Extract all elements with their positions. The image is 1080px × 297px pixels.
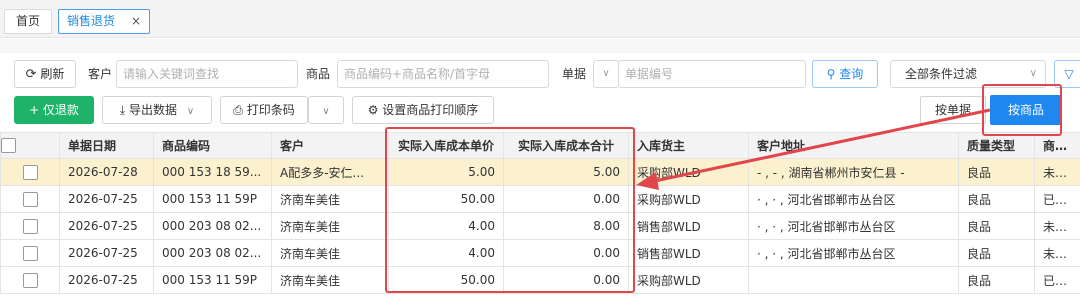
col-header[interactable]: 客户地址	[748, 132, 959, 159]
row-select-cell[interactable]	[0, 239, 60, 267]
chevron-down-icon: ∨	[602, 68, 610, 79]
product-placeholder: 商品编码+商品名称/首字母	[344, 67, 491, 81]
search-icon: ⚲	[826, 67, 836, 81]
col-header[interactable]: 商品编码	[153, 132, 272, 159]
table-cell: 良品	[958, 239, 1035, 267]
print-order-button[interactable]: ⚙ 设置商品打印顺序	[352, 96, 494, 124]
table-cell: 良品	[958, 185, 1035, 213]
row-checkbox[interactable]	[22, 164, 38, 180]
search-toolbar: ⟳ 刷新 客户 请输入关键词查找 商品 商品编码+商品名称/首字母 单据 ∨ 单…	[0, 58, 1080, 90]
customer-placeholder: 请输入关键词查找	[123, 67, 220, 81]
table-cell: 2026-07-25	[59, 185, 154, 213]
row-select-cell[interactable]	[0, 185, 60, 213]
table-cell: 2026-07-28	[59, 158, 154, 186]
row-checkbox[interactable]	[22, 191, 38, 207]
table-cell: 000 153 11 59P	[153, 266, 272, 294]
tab-sales-return-label: 销售退货	[67, 14, 116, 28]
table-cell: 济南车美佳	[271, 239, 389, 267]
customer-label: 客户	[88, 67, 113, 81]
chevron-down-icon: ∨	[322, 106, 330, 117]
table-cell	[748, 266, 959, 294]
table-cell: A配多多-安仁...	[271, 158, 389, 186]
query-button[interactable]: ⚲ 查询	[812, 60, 878, 88]
col-header[interactable]: 质量类型	[958, 132, 1035, 159]
table-cell: · , · , 河北省邯郸市丛台区	[748, 212, 959, 240]
select-all-checkbox[interactable]	[1, 138, 16, 153]
table-cell: 采购部WLD	[628, 158, 749, 186]
doc-label: 单据	[562, 67, 587, 81]
table-cell: 2026-07-25	[59, 266, 154, 294]
table-cell: · , · , 河北省邯郸市丛台区	[748, 185, 959, 213]
filter-value: 全部条件过滤	[905, 67, 978, 81]
export-button[interactable]: ⤓ 导出数据 ∨	[102, 96, 212, 124]
table-cell: 销售部WLD	[628, 212, 749, 240]
table-cell: - , - , 湖南省郴州市安仁县 -	[748, 158, 959, 186]
table-cell: 000 153 11 59P	[153, 185, 272, 213]
customer-input[interactable]: 请输入关键词查找	[116, 60, 298, 88]
filter-icon: ▽	[1064, 67, 1074, 81]
chevron-down-icon: ∨	[186, 106, 195, 117]
table-cell: 良品	[958, 266, 1035, 294]
table-cell: 000 153 18 59...	[153, 158, 272, 186]
by-doc-button[interactable]: 按单据	[920, 96, 986, 124]
print-menu-button[interactable]: ∨	[308, 96, 344, 124]
table-cell: 良品	[958, 212, 1035, 240]
table-cell: 2026-07-25	[59, 239, 154, 267]
doc-type-select[interactable]: ∨	[593, 60, 619, 88]
col-header[interactable]: 客户	[271, 132, 389, 159]
table-cell: 良品	[958, 158, 1035, 186]
table-cell: · , · , 河北省邯郸市丛台区	[748, 239, 959, 267]
refresh-button[interactable]: ⟳ 刷新	[14, 60, 76, 88]
table-cell: 济南车美佳	[271, 185, 389, 213]
export-icon: ⤓	[119, 103, 126, 117]
row-checkbox[interactable]	[22, 272, 38, 288]
tab-bar: 首页 销售退货 ×	[0, 0, 1080, 38]
tab-sales-return[interactable]: 销售退货 ×	[58, 9, 150, 34]
col-header[interactable]: 单据日期	[59, 132, 154, 159]
row-select-cell[interactable]	[0, 158, 60, 186]
table-cell: 济南车美佳	[271, 212, 389, 240]
add-refund-button[interactable]: + 仅退款	[14, 96, 94, 124]
print-barcode-button[interactable]: ⎙ 打印条码	[220, 96, 308, 124]
row-select-cell[interactable]	[0, 266, 60, 294]
spacer	[0, 39, 1080, 53]
row-checkbox[interactable]	[22, 218, 38, 234]
table-cell: 未关闭	[1034, 239, 1080, 267]
product-input[interactable]: 商品编码+商品名称/首字母	[337, 60, 549, 88]
refresh-label: 刷新	[40, 67, 65, 81]
table-cell: 000 203 08 02...	[153, 212, 272, 240]
printer-icon: ⎙	[233, 103, 243, 117]
table-cell: 已关闭	[1034, 266, 1080, 294]
row-checkbox[interactable]	[22, 245, 38, 261]
refresh-icon: ⟳	[25, 67, 37, 82]
table-cell: 采购部WLD	[628, 266, 749, 294]
table-cell: 销售部WLD	[628, 239, 749, 267]
select-all-header[interactable]	[0, 132, 60, 159]
gear-icon: ⚙	[367, 103, 379, 117]
tab-home-label: 首页	[15, 14, 40, 28]
annotation-box-by-product	[982, 84, 1062, 136]
action-toolbar: + 仅退款 ⤓ 导出数据 ∨ ⎙ 打印条码 ∨ ⚙ 设置商品打印顺序 按单据 按…	[0, 94, 1080, 126]
doc-number-input[interactable]: 单据编号	[618, 60, 806, 88]
col-header[interactable]: 入库货主	[628, 132, 749, 159]
doc-placeholder: 单据编号	[625, 67, 674, 81]
table-cell: 采购部WLD	[628, 185, 749, 213]
product-label: 商品	[306, 67, 331, 81]
tab-home[interactable]: 首页	[4, 9, 52, 34]
table-cell: 未关闭	[1034, 158, 1080, 186]
annotation-box-cost-columns	[385, 127, 635, 293]
row-select-cell[interactable]	[0, 212, 60, 240]
query-label: 查询	[839, 67, 864, 81]
table-cell: 未关闭	[1034, 212, 1080, 240]
table-cell: 济南车美佳	[271, 266, 389, 294]
table-cell: 000 203 08 02...	[153, 239, 272, 267]
print-barcode-label: 打印条码	[246, 103, 295, 117]
table-cell: 已关闭	[1034, 185, 1080, 213]
table-cell: 2026-07-25	[59, 212, 154, 240]
close-icon[interactable]: ×	[131, 10, 141, 33]
print-order-label: 设置商品打印顺序	[382, 103, 479, 117]
col-header[interactable]: 商品状	[1034, 132, 1080, 159]
export-label: 导出数据	[128, 103, 177, 117]
